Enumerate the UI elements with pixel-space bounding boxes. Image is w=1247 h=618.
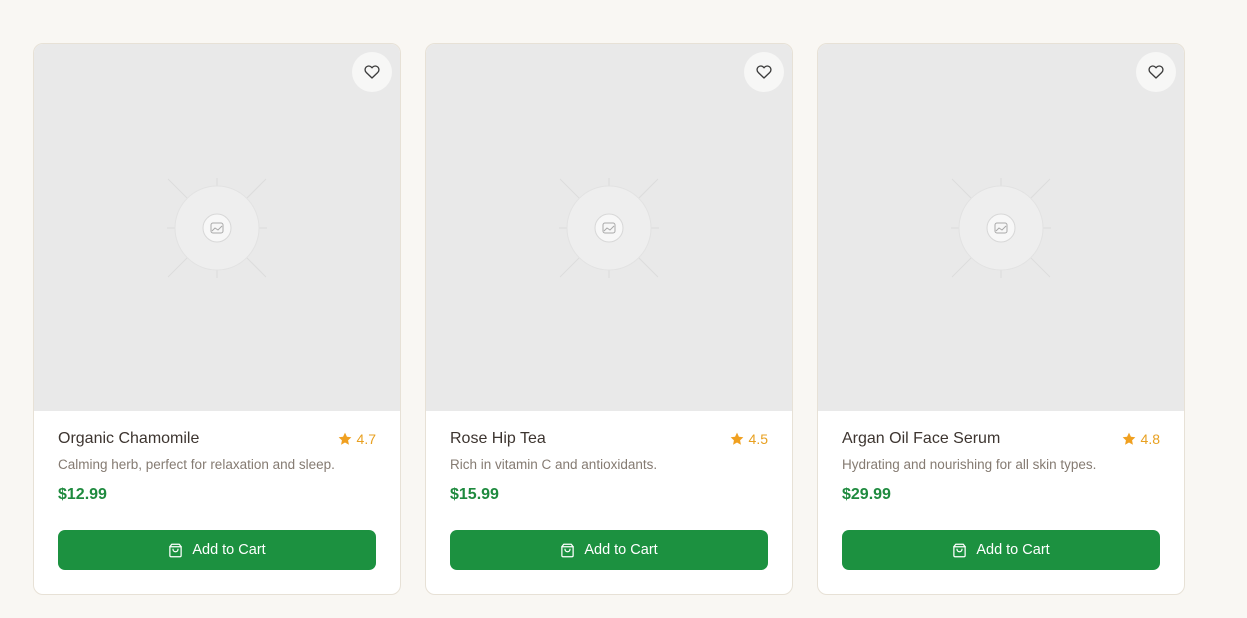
image-placeholder-icon <box>167 177 267 278</box>
product-card: Argan Oil Face Serum 4.8 Hydrating and n… <box>817 43 1185 595</box>
product-price: $12.99 <box>58 486 107 503</box>
product-image <box>426 44 792 411</box>
add-to-cart-button[interactable]: Add to Cart <box>58 530 376 570</box>
product-image <box>34 44 400 411</box>
favorite-button[interactable] <box>744 52 784 92</box>
product-rating: 4.8 <box>1121 431 1160 447</box>
star-icon <box>338 432 351 445</box>
product-name: Organic Chamomile <box>58 430 200 447</box>
heart-icon <box>364 65 380 79</box>
product-price: $15.99 <box>450 486 499 503</box>
shopping-bag-icon <box>561 543 575 557</box>
product-grid: Organic Chamomile 4.7 Calming herb, perf… <box>33 43 1185 595</box>
add-to-cart-label: Add to Cart <box>584 542 658 558</box>
star-icon <box>1122 432 1135 445</box>
product-rating: 4.5 <box>729 431 768 447</box>
rating-value: 4.8 <box>1140 431 1160 447</box>
shopping-bag-icon <box>169 543 183 557</box>
product-rating: 4.7 <box>337 431 376 447</box>
rating-value: 4.5 <box>748 431 768 447</box>
shopping-bag-icon <box>953 543 967 557</box>
product-description: Hydrating and nourishing for all skin ty… <box>842 457 1097 472</box>
add-to-cart-label: Add to Cart <box>976 542 1050 558</box>
add-to-cart-button[interactable]: Add to Cart <box>842 530 1160 570</box>
heart-icon <box>1148 65 1164 79</box>
product-card: Organic Chamomile 4.7 Calming herb, perf… <box>33 43 401 595</box>
rating-value: 4.7 <box>356 431 376 447</box>
favorite-button[interactable] <box>352 52 392 92</box>
add-to-cart-label: Add to Cart <box>192 542 266 558</box>
image-placeholder-icon <box>559 177 659 278</box>
heart-icon <box>756 65 772 79</box>
image-placeholder-icon <box>951 177 1051 278</box>
product-price: $29.99 <box>842 486 891 503</box>
product-name: Argan Oil Face Serum <box>842 430 1001 447</box>
product-image <box>818 44 1184 411</box>
product-name: Rose Hip Tea <box>450 430 546 447</box>
product-description: Calming herb, perfect for relaxation and… <box>58 457 335 472</box>
product-description: Rich in vitamin C and antioxidants. <box>450 457 658 472</box>
add-to-cart-button[interactable]: Add to Cart <box>450 530 768 570</box>
product-card: Rose Hip Tea 4.5 Rich in vitamin C and a… <box>425 43 793 595</box>
favorite-button[interactable] <box>1136 52 1176 92</box>
star-icon <box>730 432 743 445</box>
